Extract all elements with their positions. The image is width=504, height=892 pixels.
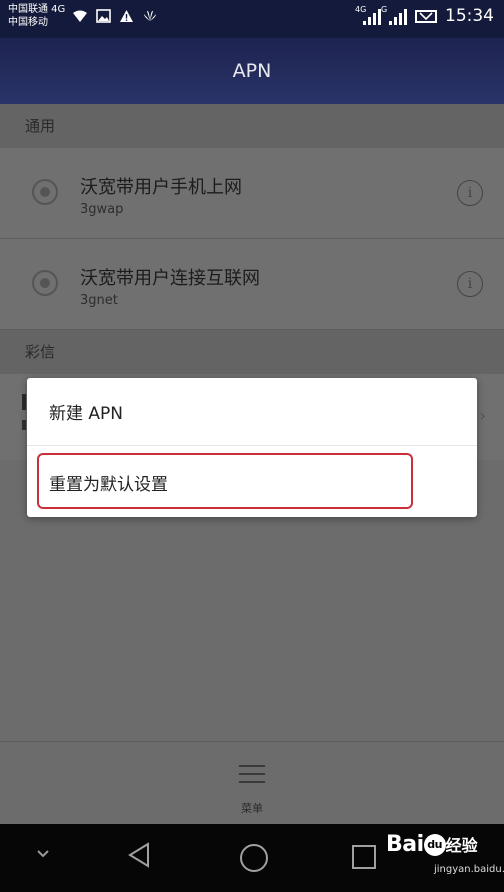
carrier-info: 中国联通 4G 中国移动 xyxy=(8,3,65,29)
menu-label: 菜单 xyxy=(241,802,263,815)
section-header-general: 通用 xyxy=(0,104,504,148)
recent-apps-icon[interactable] xyxy=(352,845,376,869)
app-bar: APN xyxy=(0,38,504,104)
highlight-box xyxy=(37,453,413,509)
menu-icon[interactable] xyxy=(239,765,265,789)
bottom-menu-bar[interactable]: 菜单 xyxy=(0,741,504,825)
apn-item[interactable]: 沃宽带用户连接互联网 3gnet i xyxy=(0,239,504,330)
page-title: APN xyxy=(232,60,272,82)
wifi-icon xyxy=(72,9,88,27)
obscured-text xyxy=(22,420,26,430)
chevron-right-icon: › xyxy=(479,406,486,425)
notification-icons xyxy=(72,9,158,27)
options-popup-menu: 新建 APN 重置为默认设置 xyxy=(27,378,477,517)
apn-item[interactable]: 沃宽带用户手机上网 3gwap i xyxy=(0,148,504,239)
huawei-icon xyxy=(142,9,158,27)
back-icon[interactable] xyxy=(126,841,154,869)
info-icon[interactable]: i xyxy=(457,180,483,206)
watermark-cn: 经验 xyxy=(445,836,478,855)
apn-name: 沃宽带用户连接互联网 xyxy=(80,268,260,289)
radio-button[interactable] xyxy=(32,179,58,205)
radio-button[interactable] xyxy=(32,270,58,296)
watermark: Baidu经验 jingyan.baidu.com xyxy=(386,832,504,875)
apn-type: 3gwap xyxy=(80,202,124,217)
paw-icon: du xyxy=(423,834,446,856)
watermark-url: jingyan.baidu.com xyxy=(434,864,504,875)
watermark-logo: Bai du xyxy=(386,832,446,857)
warning-icon xyxy=(119,9,134,27)
clock: 15:34 xyxy=(445,6,494,26)
sim1-network-label: 4G xyxy=(355,5,367,14)
battery-icon xyxy=(415,9,437,23)
carrier-sim2: 中国移动 xyxy=(8,17,48,28)
apn-type: 3gnet xyxy=(80,293,118,308)
apn-name: 沃宽带用户手机上网 xyxy=(80,177,242,198)
home-icon[interactable] xyxy=(240,844,268,872)
new-apn-menu-item[interactable]: 新建 APN xyxy=(27,378,477,446)
section-header-mms: 彩信 xyxy=(0,330,504,374)
sim2-network-label: G xyxy=(381,5,388,14)
carrier-sim1: 中国联通 4G xyxy=(8,4,66,15)
obscured-text xyxy=(22,394,26,410)
signal-sim1-icon: 4G xyxy=(355,5,381,25)
status-right: 4G G 15:34 xyxy=(355,5,494,26)
signal-sim2-icon: G xyxy=(381,5,407,25)
info-icon[interactable]: i xyxy=(457,271,483,297)
navigation-bar: Baidu经验 jingyan.baidu.com xyxy=(0,824,504,892)
status-bar: 中国联通 4G 中国移动 4G G 15:34 xyxy=(0,0,504,38)
gallery-icon xyxy=(96,9,111,27)
chevron-down-icon[interactable] xyxy=(36,844,50,863)
